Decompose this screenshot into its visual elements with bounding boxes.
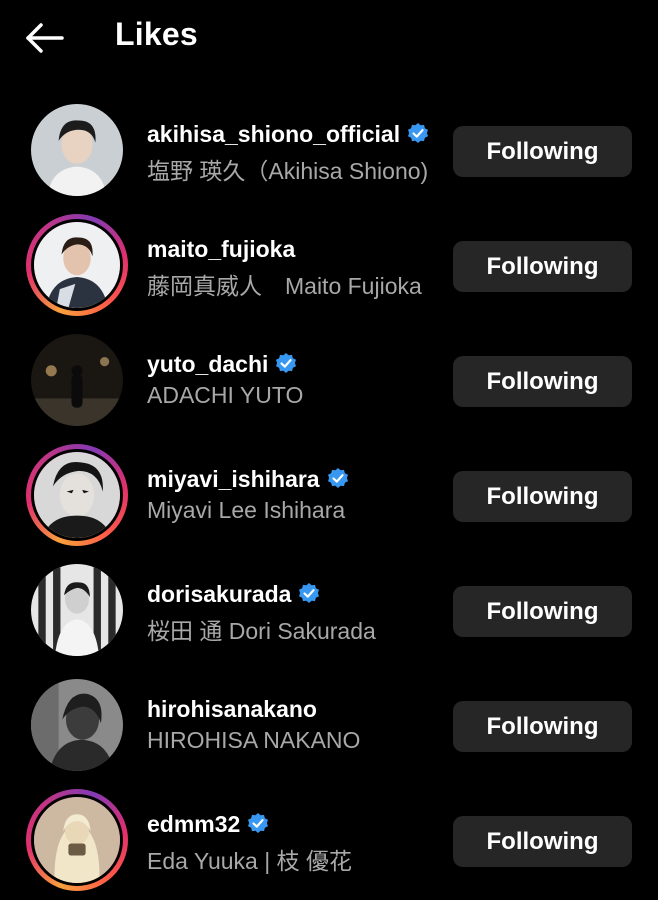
avatar[interactable] [26, 559, 128, 661]
avatar-story-ring[interactable] [26, 444, 128, 546]
user-info: dorisakurada 桜田 通 Dori Sakurada [147, 579, 447, 646]
user-info: maito_fujioka 藤岡真威人 Maito Fujioka [147, 234, 447, 301]
following-button[interactable]: Following [453, 701, 632, 752]
user-info: akihisa_shiono_official 塩野 瑛久（Akihisa Sh… [147, 119, 447, 186]
list-item[interactable]: maito_fujioka 藤岡真威人 Maito Fujioka Follow… [0, 207, 658, 322]
list-item[interactable]: edmm32 Eda Yuuka | 枝 優花 Following [0, 782, 658, 897]
verified-badge-icon [327, 468, 348, 488]
full-name: Miyavi Lee Ishihara [147, 497, 346, 523]
list-item[interactable]: miyavi_ishihara Miyavi Lee Ishihara Foll… [0, 437, 658, 552]
following-button[interactable]: Following [453, 471, 632, 522]
page-title: Likes [115, 16, 198, 52]
verified-badge-icon [408, 123, 429, 143]
verified-badge-icon [248, 813, 269, 833]
avatar-image [31, 104, 123, 196]
verified-badge-icon [299, 583, 320, 603]
avatar-story-ring[interactable] [26, 214, 128, 316]
avatar-image [31, 679, 123, 771]
username[interactable]: hirohisanakano [147, 696, 317, 723]
following-button[interactable]: Following [453, 586, 632, 637]
username[interactable]: edmm32 [147, 811, 240, 838]
verified-badge-icon [276, 353, 297, 373]
avatar[interactable] [26, 329, 128, 431]
full-name: HIROHISA NAKANO [147, 727, 361, 753]
list-item[interactable]: yuto_dachi ADACHI YUTO Following [0, 322, 658, 437]
list-item[interactable]: dorisakurada 桜田 通 Dori Sakurada Followin… [0, 552, 658, 667]
list-item[interactable]: akihisa_shiono_official 塩野 瑛久（Akihisa Sh… [0, 92, 658, 207]
username[interactable]: dorisakurada [147, 581, 291, 608]
username[interactable]: maito_fujioka [147, 236, 295, 263]
username[interactable]: miyavi_ishihara [147, 466, 320, 493]
full-name: Eda Yuuka | 枝 優花 [147, 848, 352, 874]
avatar[interactable] [26, 674, 128, 776]
avatar[interactable] [26, 99, 128, 201]
full-name: 塩野 瑛久（Akihisa Shiono) [147, 158, 429, 184]
avatar-image [31, 794, 123, 886]
full-name: 藤岡真威人 Maito Fujioka [147, 273, 422, 299]
avatar-image [31, 334, 123, 426]
avatar-image [31, 564, 123, 656]
avatar-story-ring[interactable] [26, 789, 128, 891]
back-button[interactable] [22, 20, 66, 56]
full-name: ADACHI YUTO [147, 382, 304, 408]
user-info: miyavi_ishihara Miyavi Lee Ishihara [147, 464, 447, 524]
following-button[interactable]: Following [453, 241, 632, 292]
username[interactable]: yuto_dachi [147, 351, 268, 378]
avatar-image [31, 449, 123, 541]
user-info: hirohisanakano HIROHISA NAKANO [147, 694, 447, 754]
user-info: yuto_dachi ADACHI YUTO [147, 349, 447, 409]
user-info: edmm32 Eda Yuuka | 枝 優花 [147, 809, 447, 876]
arrow-left-icon [26, 23, 64, 53]
username[interactable]: akihisa_shiono_official [147, 121, 400, 148]
top-bar: Likes [0, 0, 658, 76]
list-item[interactable]: hirohisanakano HIROHISA NAKANO Following [0, 667, 658, 782]
avatar-image [31, 219, 123, 311]
following-button[interactable]: Following [453, 816, 632, 867]
likes-list: akihisa_shiono_official 塩野 瑛久（Akihisa Sh… [0, 92, 658, 897]
following-button[interactable]: Following [453, 126, 632, 177]
following-button[interactable]: Following [453, 356, 632, 407]
full-name: 桜田 通 Dori Sakurada [147, 618, 376, 644]
